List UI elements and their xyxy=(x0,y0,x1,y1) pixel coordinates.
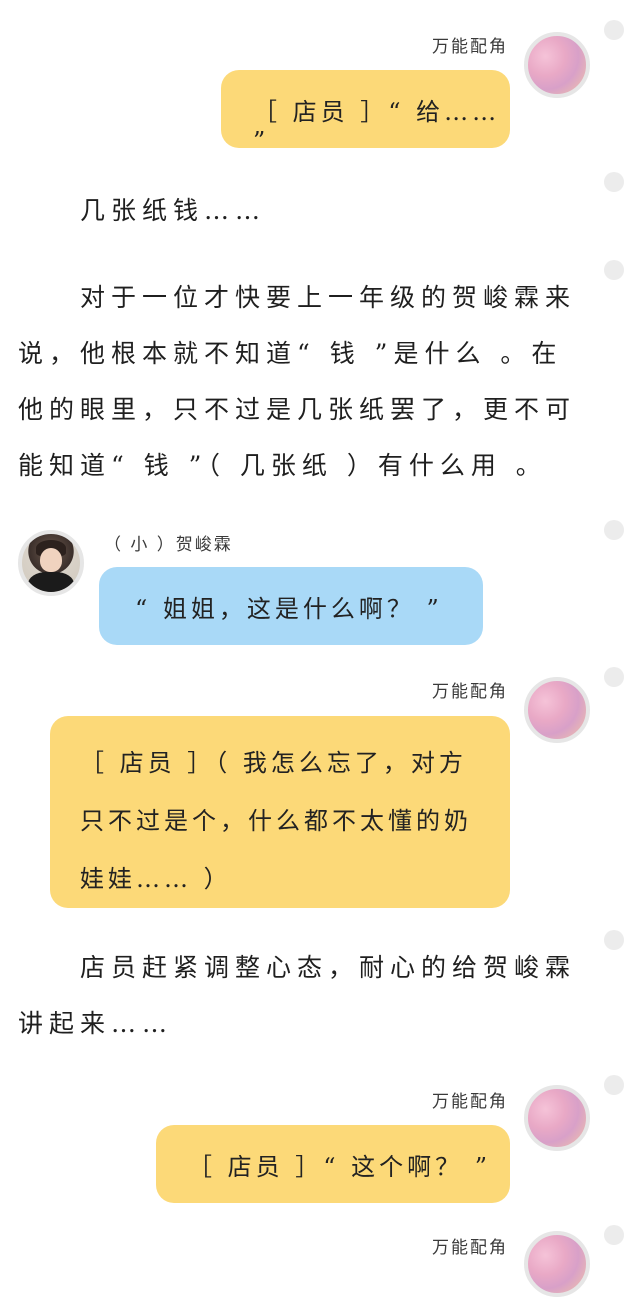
pink-sky-avatar[interactable] xyxy=(524,677,590,743)
speaker-name: 万能配角 xyxy=(432,37,508,57)
avatar-face xyxy=(40,548,62,572)
narration-text: 几张纸钱…… xyxy=(80,196,267,225)
speaker-name: 万能配角 xyxy=(432,1238,508,1258)
chat-bubble: ［ 店员 ］“ 给…… ” xyxy=(221,70,510,155)
chat-bubble: ［ 店员 ］（ 我怎么忘了，对方只不过是个，什么都不太懂的奶娃娃…… ） xyxy=(50,716,510,908)
child-portrait-avatar[interactable] xyxy=(18,530,84,596)
pink-sky-avatar[interactable] xyxy=(524,1085,590,1151)
avatar-coat xyxy=(28,572,74,592)
narration-text: 对于一位才快要上一年级的贺峻霖来说，他根本就不知道“ 钱 ”是什么 。在他的眼里… xyxy=(18,270,593,494)
narration-text: 对于一位才快要上一年级的贺峻霖来说，他根本就不知道“ 钱 ”是什么 。在他的眼里… xyxy=(18,283,577,480)
pink-sky-avatar[interactable] xyxy=(524,32,590,98)
narration-text: 店员赶紧调整心态，耐心的给贺峻霖讲起来…… xyxy=(18,940,593,1052)
narration-text: 店员赶紧调整心态，耐心的给贺峻霖讲起来…… xyxy=(18,953,577,1038)
side-dot[interactable] xyxy=(604,20,624,40)
side-dot[interactable] xyxy=(604,667,624,687)
side-dot[interactable] xyxy=(604,1225,624,1245)
side-dot[interactable] xyxy=(604,260,624,280)
speaker-name: （ 小 ）贺峻霖 xyxy=(104,535,233,555)
side-dot[interactable] xyxy=(604,520,624,540)
chat-bubble-text: ［ 店员 ］“ 给…… ” xyxy=(253,98,501,155)
speaker-name: 万能配角 xyxy=(432,1092,508,1112)
speaker-name: 万能配角 xyxy=(432,682,508,702)
chat-bubble-text: ［ 店员 ］（ 我怎么忘了，对方只不过是个，什么都不太懂的奶娃娃…… ） xyxy=(80,749,472,893)
chat-bubble: “ 姐姐，这是什么啊？ ” xyxy=(99,567,483,645)
chat-bubble-text: ［ 店员 ］“ 这个啊？ ” xyxy=(188,1153,492,1181)
chat-bubble: ［ 店员 ］“ 这个啊？ ” xyxy=(156,1125,510,1203)
side-dot[interactable] xyxy=(604,930,624,950)
chat-bubble-text: “ 姐姐，这是什么啊？ ” xyxy=(135,595,443,623)
pink-sky-avatar[interactable] xyxy=(524,1231,590,1297)
side-dot[interactable] xyxy=(604,1075,624,1095)
